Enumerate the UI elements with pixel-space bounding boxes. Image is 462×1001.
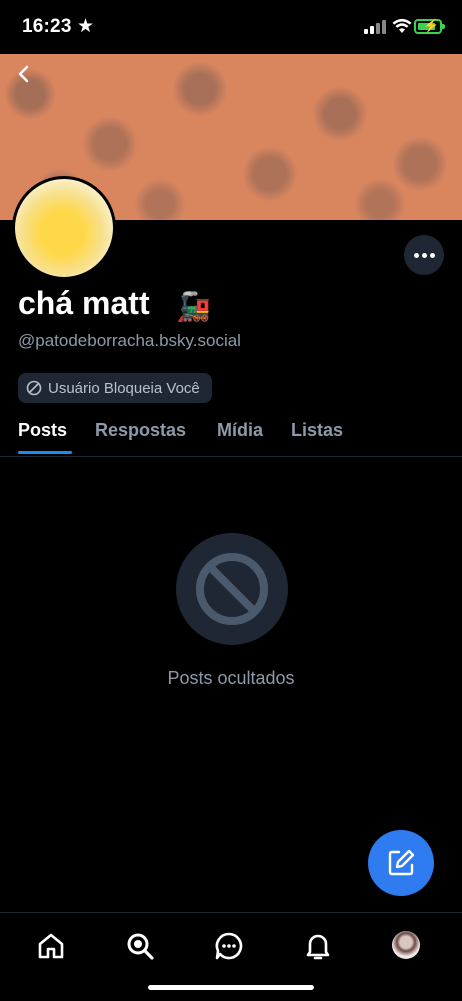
tab-midia[interactable]: Mídia (217, 420, 263, 441)
home-icon[interactable] (36, 931, 66, 961)
star-icon: ★ (77, 16, 95, 37)
active-tab-indicator (18, 451, 72, 454)
tab-listas[interactable]: Listas (291, 420, 343, 441)
compose-button[interactable] (368, 830, 434, 896)
hidden-posts-text: Posts ocultados (167, 668, 295, 688)
bell-icon[interactable] (303, 931, 333, 961)
status-bar: 16:23 ★ ⚡ (0, 0, 462, 54)
search-icon[interactable] (125, 931, 155, 961)
home-indicator (148, 985, 314, 990)
wifi-icon (392, 18, 412, 33)
display-name: chá matt (18, 285, 150, 321)
blocked-icon (26, 380, 42, 396)
signal-icon (364, 20, 386, 34)
chat-icon[interactable] (214, 931, 244, 961)
profile-avatar-nav[interactable] (392, 931, 420, 959)
hidden-posts-icon (176, 533, 288, 645)
profile-avatar[interactable] (12, 176, 116, 280)
blocked-badge-label: Usuário Bloqueia Você (48, 379, 200, 397)
tab-posts[interactable]: Posts (18, 420, 67, 441)
battery-icon: ⚡ (414, 18, 445, 34)
tab-respostas[interactable]: Respostas (95, 420, 186, 441)
status-time: 16:23 (22, 16, 72, 37)
display-name-emoji: 🚂 (176, 291, 211, 322)
back-chevron-icon[interactable] (12, 62, 36, 86)
blocked-badge: Usuário Bloqueia Você (18, 373, 212, 403)
more-icon[interactable] (404, 235, 444, 275)
compose-icon (388, 849, 415, 876)
profile-handle: @patodeborracha.bsky.social (18, 331, 241, 350)
